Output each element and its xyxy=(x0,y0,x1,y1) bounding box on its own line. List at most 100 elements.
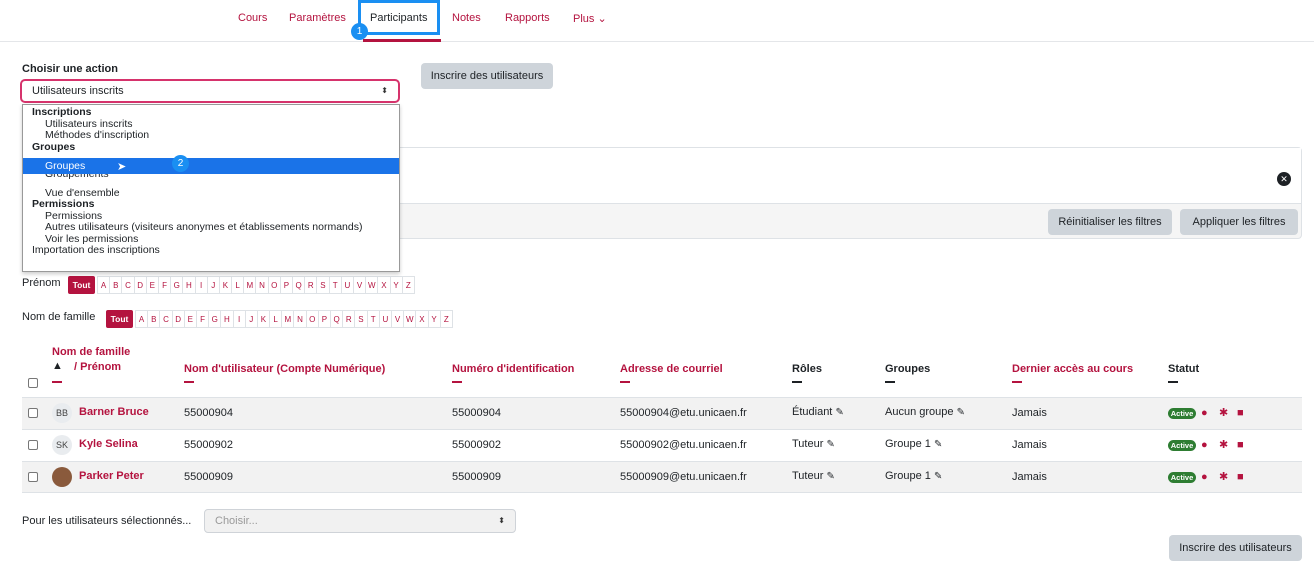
dd-option-methodes-inscription[interactable]: Méthodes d'inscription xyxy=(23,129,399,141)
nav-plus-label: Plus xyxy=(573,13,595,25)
row-checkbox[interactable] xyxy=(28,440,38,450)
row-checkbox[interactable] xyxy=(28,408,38,418)
nav-item-rapports[interactable]: Rapports xyxy=(505,12,550,24)
status-badge: Active xyxy=(1168,440,1196,451)
row-checkbox[interactable] xyxy=(28,472,38,482)
cell-group: Groupe 1 ✎ xyxy=(885,438,942,450)
cell-idnumber: 55000902 xyxy=(452,439,501,451)
nav-item-plus[interactable]: Plus ⌄ xyxy=(573,12,607,25)
table-row: Parker Peter 55000909 55000909 55000909@… xyxy=(22,461,1302,493)
dd-option-autres-utilisateurs[interactable]: Autres utilisateurs (visiteurs anonymes … xyxy=(23,221,399,233)
select-caret-icon: ⬍ xyxy=(381,86,388,95)
collapse-column-icon[interactable] xyxy=(452,381,462,383)
info-icon[interactable]: ● xyxy=(1201,471,1208,483)
reset-filters-button[interactable]: Réinitialiser les filtres xyxy=(1048,209,1172,235)
gear-icon[interactable]: ✱ xyxy=(1219,407,1228,419)
cell-lastaccess: Jamais xyxy=(1012,407,1047,419)
chevron-down-icon: ⌄ xyxy=(597,13,607,25)
th-email[interactable]: Adresse de courriel xyxy=(620,363,723,375)
annotation-highlight-box xyxy=(358,0,440,35)
enrol-users-button-top[interactable]: Inscrire des utilisateurs xyxy=(421,63,553,89)
cell-username: 55000909 xyxy=(184,471,233,483)
enrol-users-button-bottom[interactable]: Inscrire des utilisateurs xyxy=(1169,535,1302,561)
info-icon[interactable]: ● xyxy=(1201,439,1208,451)
cell-group: Groupe 1 ✎ xyxy=(885,470,942,482)
lastname-initial[interactable]: Z xyxy=(439,310,453,328)
th-lastaccess[interactable]: Dernier accès au cours xyxy=(1012,363,1133,375)
collapse-column-icon[interactable] xyxy=(620,381,630,383)
avatar: SK xyxy=(52,435,72,455)
th-lastname[interactable]: Nom de famille xyxy=(52,346,130,358)
pencil-icon[interactable]: ✎ xyxy=(835,407,843,418)
user-fullname-link[interactable]: Parker Peter xyxy=(79,470,144,482)
pencil-icon[interactable]: ✎ xyxy=(934,439,942,450)
cell-username: 55000902 xyxy=(184,439,233,451)
collapse-column-icon[interactable] xyxy=(184,381,194,383)
sort-asc-icon: ▲ xyxy=(52,360,63,372)
role-label: Étudiant xyxy=(792,406,833,418)
action-select-label: Choisir une action xyxy=(22,63,118,75)
action-dropdown-list: Inscriptions Utilisateurs inscrits Métho… xyxy=(22,104,400,272)
collapse-column-icon[interactable] xyxy=(885,381,895,383)
cell-email: 55000904@etu.unicaen.fr xyxy=(620,407,747,419)
user-fullname-link[interactable]: Barner Bruce xyxy=(79,406,149,418)
collapse-column-icon[interactable] xyxy=(792,381,802,383)
pencil-icon[interactable]: ✎ xyxy=(934,471,942,482)
collapse-column-icon[interactable] xyxy=(1168,381,1178,383)
trash-icon[interactable]: ■ xyxy=(1237,407,1244,419)
bulk-action-label: Pour les utilisateurs sélectionnés... xyxy=(22,515,192,527)
group-label: Groupe 1 xyxy=(885,438,931,450)
status-badge: Active xyxy=(1168,408,1196,419)
secondary-navigation: Cours Paramètres Participants Notes Rapp… xyxy=(0,0,1314,42)
apply-filters-button[interactable]: Appliquer les filtres xyxy=(1180,209,1298,235)
collapse-column-icon[interactable] xyxy=(1012,381,1022,383)
dd-option-importation[interactable]: Importation des inscriptions xyxy=(23,244,399,256)
table-row: BB Barner Bruce 55000904 55000904 550009… xyxy=(22,397,1302,429)
cell-lastaccess: Jamais xyxy=(1012,439,1047,451)
cell-group: Aucun groupe ✎ xyxy=(885,406,965,418)
nav-item-notes[interactable]: Notes xyxy=(452,12,481,24)
th-idnumber[interactable]: Numéro d'identification xyxy=(452,363,574,375)
gear-icon[interactable]: ✱ xyxy=(1219,439,1228,451)
dd-group-permissions: Permissions xyxy=(32,198,95,210)
pencil-icon[interactable]: ✎ xyxy=(826,471,834,482)
firstname-initial[interactable]: Z xyxy=(401,276,415,294)
cell-username: 55000904 xyxy=(184,407,233,419)
table-header: Nom de famille ▲ / Prénom Nom d'utilisat… xyxy=(22,340,1302,397)
action-select[interactable]: Utilisateurs inscrits ⬍ xyxy=(20,79,400,103)
th-firstname[interactable]: / Prénom xyxy=(74,361,121,373)
user-fullname-link[interactable]: Kyle Selina xyxy=(79,438,138,450)
avatar xyxy=(52,467,72,487)
gear-icon[interactable]: ✱ xyxy=(1219,471,1228,483)
dd-option-groupes-label: Groupes xyxy=(45,160,86,172)
th-roles: Rôles xyxy=(792,363,822,375)
firstname-initial-all[interactable]: Tout xyxy=(68,276,95,294)
dd-option-groupes[interactable]: Groupes ➤ xyxy=(23,158,399,174)
th-username[interactable]: Nom d'utilisateur (Compte Numérique) xyxy=(184,363,385,375)
dd-group-groupes: Groupes xyxy=(32,140,76,153)
lastname-initials-label: Nom de famille xyxy=(22,311,96,323)
role-label: Tuteur xyxy=(792,470,824,482)
trash-icon[interactable]: ■ xyxy=(1237,471,1244,483)
trash-icon[interactable]: ■ xyxy=(1237,439,1244,451)
group-label: Aucun groupe xyxy=(885,406,954,418)
cell-email: 55000902@etu.unicaen.fr xyxy=(620,439,747,451)
nav-item-cours[interactable]: Cours xyxy=(238,12,267,24)
pencil-icon[interactable]: ✎ xyxy=(826,439,834,450)
lastname-initial-all[interactable]: Tout xyxy=(106,310,133,328)
pencil-icon[interactable]: ✎ xyxy=(957,407,965,418)
firstname-initials-bar: Tout A B C D E F G H I J K L M N O P Q R… xyxy=(68,276,415,294)
cell-lastaccess: Jamais xyxy=(1012,471,1047,483)
info-icon[interactable]: ● xyxy=(1201,407,1208,419)
cell-idnumber: 55000904 xyxy=(452,407,501,419)
filter-row: ✕ xyxy=(391,148,1301,204)
collapse-column-icon[interactable] xyxy=(52,381,62,383)
bulk-action-select[interactable]: Choisir... ⬍ xyxy=(204,509,516,533)
table-row: SK Kyle Selina 55000902 55000902 5500090… xyxy=(22,429,1302,461)
bulk-action-placeholder: Choisir... xyxy=(215,515,258,527)
th-status: Statut xyxy=(1168,363,1200,375)
nav-item-parametres[interactable]: Paramètres xyxy=(289,12,346,24)
select-all-checkbox[interactable] xyxy=(28,378,38,388)
remove-filter-icon[interactable]: ✕ xyxy=(1277,172,1291,186)
role-label: Tuteur xyxy=(792,438,824,450)
